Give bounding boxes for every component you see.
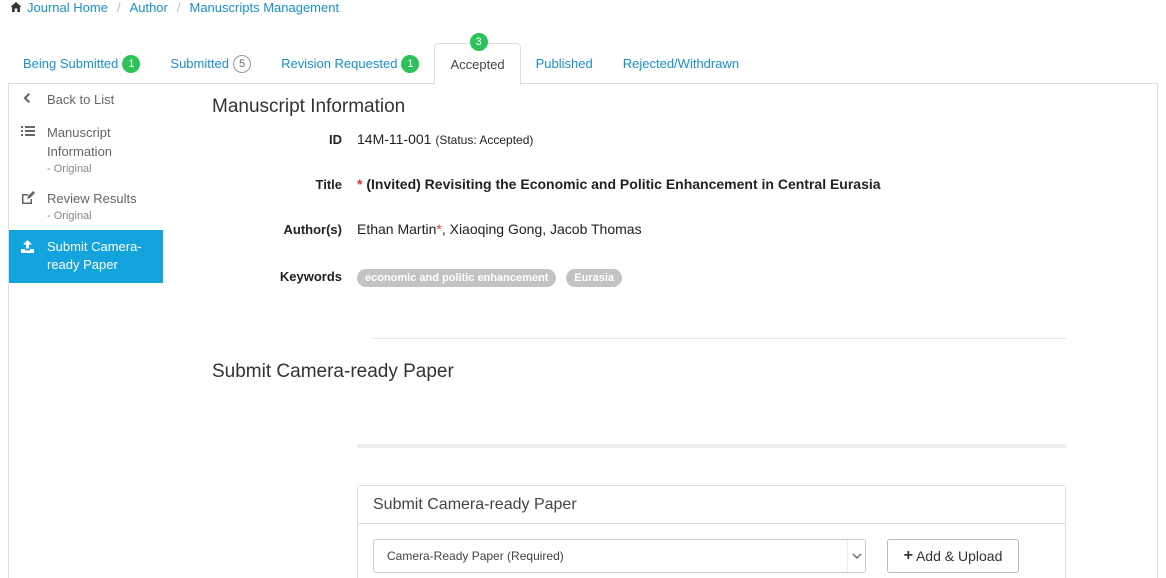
breadcrumb-manuscripts-management[interactable]: Manuscripts Management [190,0,340,15]
section-title-manuscript-information: Manuscript Information [212,96,406,117]
tab-published[interactable]: Published [521,43,608,84]
breadcrumb-separator: / [176,0,181,15]
field-authors: Author(s) Ethan Martin*, Xiaoqing Gong, … [212,221,1112,237]
status-tabs: Being Submitted 1 Submitted 5 Revision R… [8,33,1158,85]
breadcrumb-journal-home[interactable]: Journal Home [27,0,108,15]
sidebar-item-label: Back to List [47,92,115,107]
tab-being-submitted[interactable]: Being Submitted 1 [8,43,155,84]
tab-label: Published [535,56,593,71]
tab-submitted[interactable]: Submitted 5 [155,43,266,84]
section-title-submit-camera-ready: Submit Camera-ready Paper [212,361,454,382]
list-icon [21,123,37,177]
sidebar-item-sub: - Original [47,163,92,175]
breadcrumb-author[interactable]: Author [130,0,168,15]
required-marker: * [357,176,363,192]
manuscript-title: (Invited) Revisiting the Economic and Po… [366,176,881,192]
sidebar-item-label: Review Results [47,191,137,206]
status-text: (Status: Accepted) [435,133,534,147]
tab-label: Submitted [170,56,229,71]
count-badge: 1 [401,54,420,73]
manuscript-id: 14M-11-001 [357,131,432,147]
tab-revision-requested[interactable]: Revision Requested 1 [266,43,434,84]
tab-label: Rejected/Withdrawn [622,56,740,71]
select-value: Camera-Ready Paper (Required) [387,549,564,563]
keyword-tag: Eurasia [566,269,623,287]
plus-icon: + [903,547,913,564]
home-icon [10,2,22,12]
panel-title: Submit Camera-ready Paper [358,486,1065,524]
breadcrumb: Journal Home / Author / Manuscripts Mana… [10,0,339,16]
upload-icon [21,238,37,274]
author-primary: Ethan Martin [357,221,437,237]
upload-panel: Submit Camera-ready Paper Camera-Ready P… [357,485,1066,578]
tab-rejected-withdrawn[interactable]: Rejected/Withdrawn [608,43,754,84]
tab-accepted[interactable]: 3 Accepted [434,33,521,85]
count-badge: 1 [122,54,141,73]
field-label: Keywords [279,269,342,284]
button-label: Add & Upload [915,548,1003,564]
field-label: Title [315,176,343,192]
chevron-left-icon [21,90,37,109]
sidebar-item-review-results[interactable]: Review Results - Original [9,183,163,230]
field-keywords: Keywords economic and politic enhancemen… [212,266,1112,287]
sidebar-item-label: Manuscript Information [47,125,113,159]
sidebar-nav: Back to List Manuscript Information - Or… [9,84,163,283]
sidebar-item-manuscript-information[interactable]: Manuscript Information - Original [9,115,163,183]
chevron-down-icon [847,540,865,572]
author-others: , Xiaoqing Gong, Jacob Thomas [441,221,642,237]
field-id: ID 14M-11-001 (Status: Accepted) [212,131,1112,147]
count-badge: 3 [469,33,488,51]
section-divider [372,338,1066,339]
tab-label: Accepted [450,56,505,72]
edit-icon [21,189,37,224]
tab-label: Being Submitted [23,56,119,71]
count-badge: 5 [232,54,252,73]
sidebar-item-sub: - Original [47,210,92,222]
field-title: Title * (Invited) Revisiting the Economi… [212,176,1112,192]
add-upload-button[interactable]: + Add & Upload [887,539,1019,573]
keyword-tag: economic and politic enhancement [357,269,557,287]
field-label: ID [329,131,342,147]
file-type-select[interactable]: Camera-Ready Paper (Required) [373,539,866,573]
sidebar-item-label: Submit Camera-ready Paper [47,239,142,272]
section-divider [357,444,1066,448]
tab-label: Revision Requested [281,56,398,71]
field-label: Author(s) [283,221,343,237]
sidebar-item-submit-camera-ready[interactable]: Submit Camera-ready Paper [9,230,163,283]
sidebar-item-back-to-list[interactable]: Back to List [9,84,163,115]
breadcrumb-separator: / [116,0,121,15]
